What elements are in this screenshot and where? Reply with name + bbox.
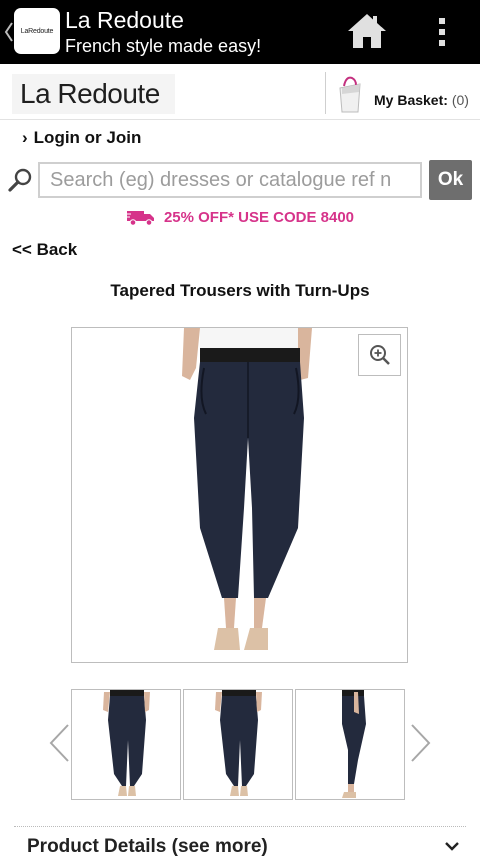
thumbnail-side[interactable] xyxy=(295,689,405,800)
thumbnail-back[interactable] xyxy=(183,689,293,800)
trousers-photo xyxy=(182,328,312,650)
product-details-toggle[interactable]: Product Details (see more) xyxy=(27,836,268,858)
brand-logo-text: La Redoute xyxy=(20,78,160,109)
section-divider xyxy=(14,826,466,827)
overflow-menu-icon[interactable] xyxy=(436,16,448,48)
action-bar: LaRedoute La Redoute French style made e… xyxy=(0,0,480,64)
basket-label: My Basket: xyxy=(374,92,448,108)
chevron-right-icon[interactable] xyxy=(408,722,434,764)
product-title: Tapered Trousers with Turn-Ups xyxy=(110,281,370,300)
product-main-image[interactable] xyxy=(71,327,408,663)
basket-link[interactable]: My Basket: (0) xyxy=(374,92,469,108)
back-arrow-icon[interactable] xyxy=(4,20,14,44)
login-link[interactable]: › Login or Join xyxy=(22,128,141,148)
thumbnail-side-image xyxy=(342,690,366,798)
zoom-button[interactable] xyxy=(358,334,401,376)
basket-count: (0) xyxy=(451,92,469,108)
app-title: La Redoute xyxy=(65,7,184,33)
app-logo[interactable]: LaRedoute xyxy=(14,8,60,54)
chevron-left-icon[interactable] xyxy=(46,722,72,764)
zoom-in-icon xyxy=(369,345,390,365)
search-input[interactable] xyxy=(38,162,422,198)
promo-text: 25% OFF* USE CODE 8400 xyxy=(163,208,355,226)
brand-logo[interactable]: La Redoute xyxy=(12,74,175,114)
basket-icon[interactable] xyxy=(336,74,364,114)
search-icon xyxy=(8,168,32,192)
app-subtitle: French style made easy! xyxy=(65,36,262,56)
home-icon[interactable] xyxy=(346,12,388,50)
site-header: La Redoute My Basket: (0) xyxy=(0,64,480,120)
thumbnail-front-image xyxy=(103,690,150,796)
thumbnail-back-image xyxy=(215,690,262,796)
header-divider xyxy=(325,72,326,114)
chevron-down-icon[interactable] xyxy=(444,840,460,852)
app-logo-text: LaRedoute xyxy=(20,27,54,35)
login-chevron: › xyxy=(22,128,28,147)
login-label: Login or Join xyxy=(33,128,142,147)
back-link[interactable]: << Back xyxy=(12,240,77,260)
truck-icon xyxy=(125,211,154,226)
thumbnail-front[interactable] xyxy=(71,689,181,800)
search-ok-button[interactable]: Ok xyxy=(429,160,472,200)
promo-banner[interactable]: 25% OFF* USE CODE 8400 xyxy=(0,208,480,230)
